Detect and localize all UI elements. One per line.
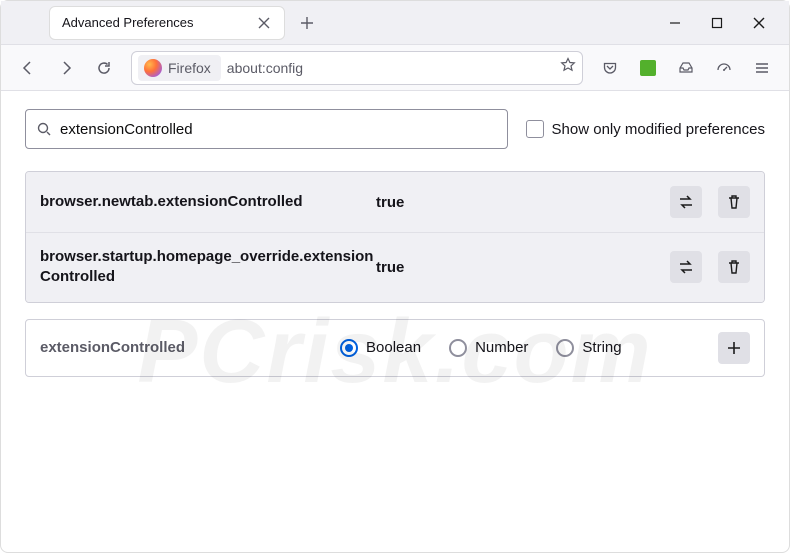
type-radio-group: Boolean Number String [340, 339, 710, 357]
page-content: Show only modified preferences browser.n… [1, 91, 789, 395]
window-controls [665, 13, 789, 33]
firefox-logo-icon [144, 59, 162, 77]
add-pref-button[interactable] [718, 332, 750, 364]
nav-toolbar: Firefox about:config [1, 45, 789, 91]
close-window-button[interactable] [749, 13, 769, 33]
browser-tab[interactable]: Advanced Preferences [49, 6, 285, 40]
window-titlebar: Advanced Preferences [1, 1, 789, 45]
pref-value: true [376, 194, 670, 211]
radio-number[interactable]: Number [449, 339, 528, 357]
new-tab-button[interactable] [291, 7, 323, 39]
toggle-button[interactable] [670, 186, 702, 218]
radio-icon [556, 339, 574, 357]
minimize-button[interactable] [665, 13, 685, 33]
radio-string[interactable]: String [556, 339, 621, 357]
pref-name: browser.startup.homepage_override.extens… [40, 247, 376, 288]
maximize-button[interactable] [707, 13, 727, 33]
pocket-icon[interactable] [593, 51, 627, 85]
pref-row: browser.startup.homepage_override.extens… [26, 233, 764, 302]
show-modified-checkbox[interactable]: Show only modified preferences [526, 120, 765, 138]
pref-actions [670, 186, 750, 218]
url-text: about:config [227, 60, 554, 76]
pref-actions [670, 251, 750, 283]
identity-label: Firefox [168, 60, 211, 76]
pref-name: browser.newtab.extensionControlled [40, 192, 376, 212]
delete-button[interactable] [718, 251, 750, 283]
url-bar[interactable]: Firefox about:config [131, 51, 583, 85]
new-pref-name: extensionControlled [40, 339, 340, 356]
dashboard-icon[interactable] [707, 51, 741, 85]
show-modified-label: Show only modified preferences [552, 121, 765, 138]
extension-icon[interactable] [631, 51, 665, 85]
results-table: browser.newtab.extensionControlled true … [25, 171, 765, 303]
back-button[interactable] [11, 51, 45, 85]
app-menu-button[interactable] [745, 51, 779, 85]
delete-button[interactable] [718, 186, 750, 218]
reload-button[interactable] [87, 51, 121, 85]
radio-boolean[interactable]: Boolean [340, 339, 421, 357]
radio-icon [340, 339, 358, 357]
forward-button[interactable] [49, 51, 83, 85]
close-tab-icon[interactable] [256, 15, 272, 31]
toolbar-icons [593, 51, 779, 85]
checkbox-icon [526, 120, 544, 138]
radio-label: String [582, 339, 621, 356]
search-icon [36, 121, 52, 137]
tab-title: Advanced Preferences [62, 15, 194, 30]
pref-row: browser.newtab.extensionControlled true [26, 172, 764, 233]
radio-icon [449, 339, 467, 357]
radio-label: Boolean [366, 339, 421, 356]
config-search-box[interactable] [25, 109, 508, 149]
new-pref-row: extensionControlled Boolean Number Strin… [25, 319, 765, 377]
radio-label: Number [475, 339, 528, 356]
identity-chip[interactable]: Firefox [138, 55, 221, 81]
bookmark-star-icon[interactable] [560, 57, 576, 78]
config-search-row: Show only modified preferences [25, 109, 765, 149]
pref-value: true [376, 259, 670, 276]
toggle-button[interactable] [670, 251, 702, 283]
config-search-input[interactable] [60, 121, 497, 138]
inbox-icon[interactable] [669, 51, 703, 85]
